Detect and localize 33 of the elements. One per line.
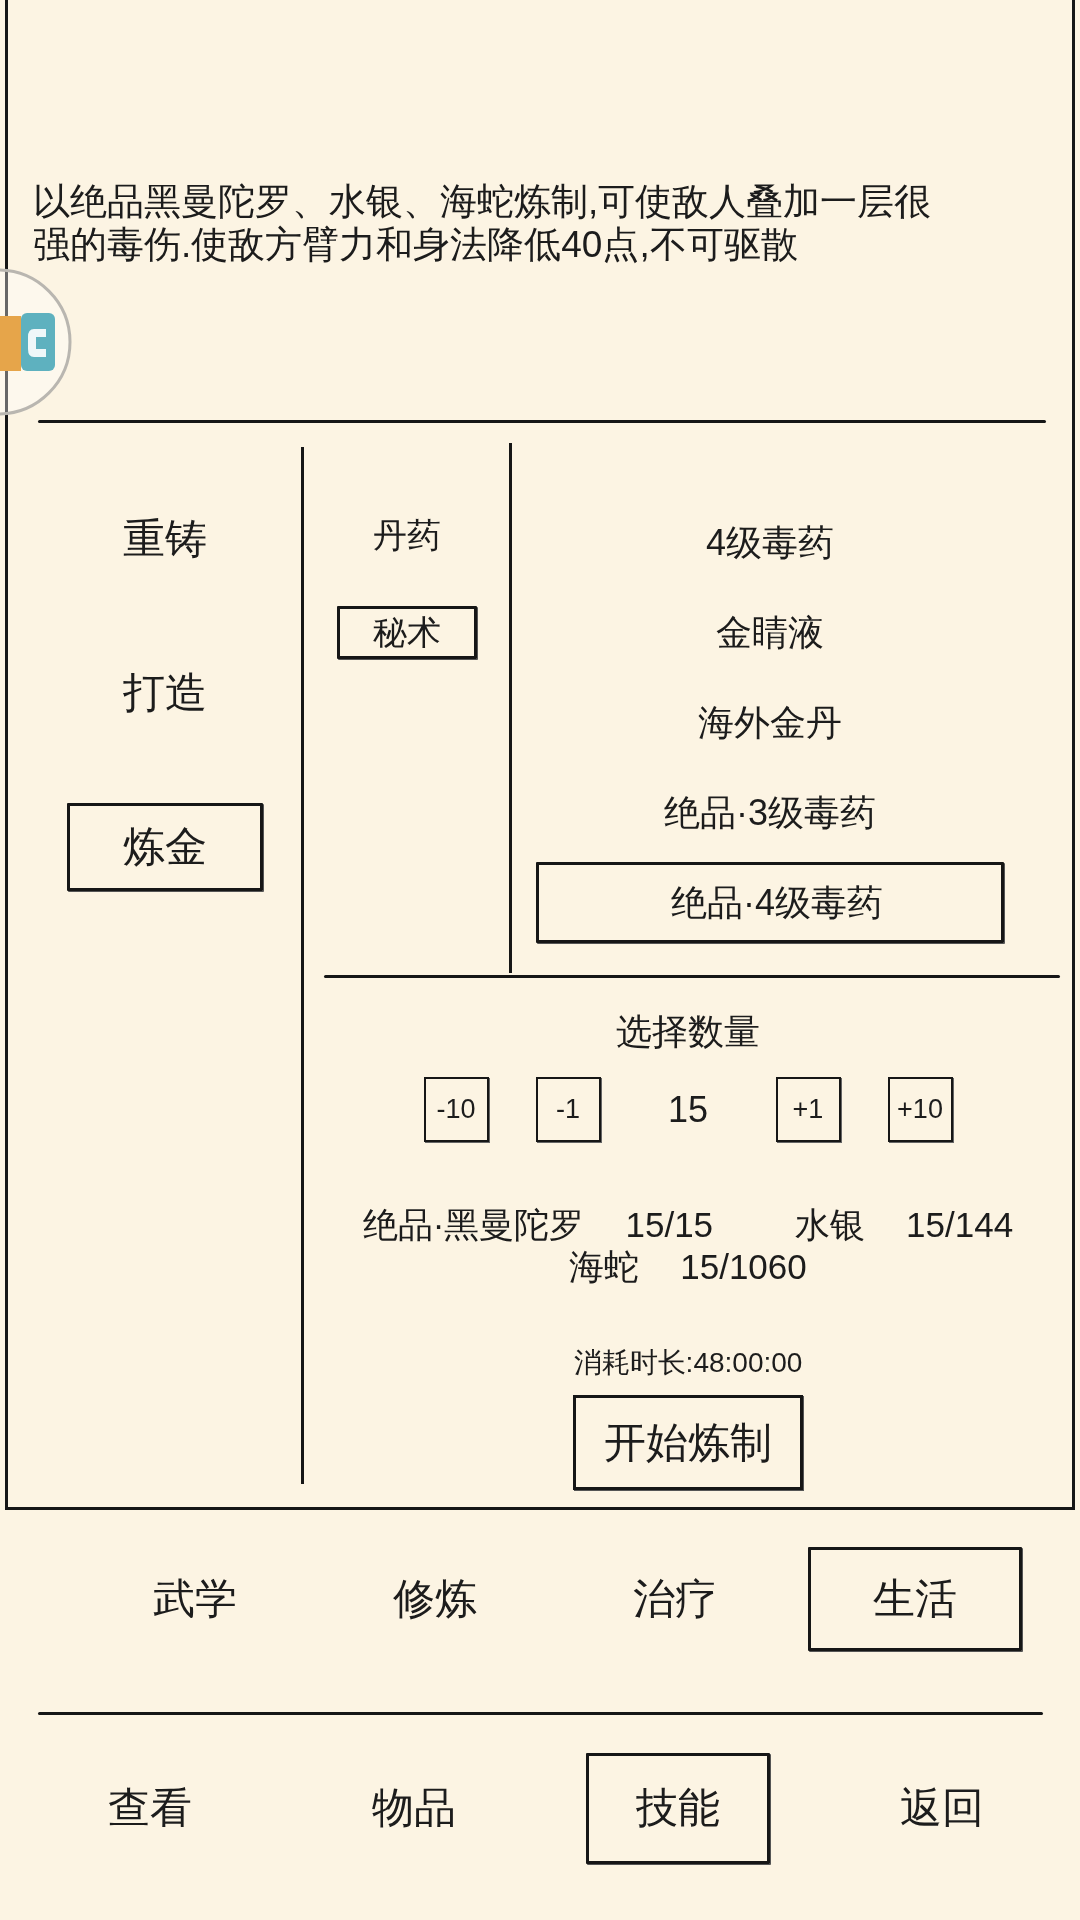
recipe-item[interactable]: 绝品·4级毒药 (536, 862, 1004, 943)
quantity-label: 选择数量 (616, 1010, 760, 1054)
nav-tab[interactable]: 物品 (372, 1783, 456, 1834)
description-text: 以绝品黑曼陀罗、水银、海蛇炼制,可使敌人叠加一层很强的毒伤.使敌方臂力和身法降低40点,不可驱散 (33, 180, 933, 266)
nav-tab[interactable]: 技能 (586, 1753, 770, 1864)
material-count: 15/1060 (680, 1246, 807, 1288)
stepper-button[interactable]: -1 (535, 1077, 601, 1142)
craft-type-tab[interactable]: 炼金 (66, 803, 263, 891)
category-tab[interactable]: 秘术 (336, 606, 477, 659)
recipe-item[interactable]: 海外金丹 (698, 700, 842, 745)
stepper-button[interactable]: -10 (423, 1077, 489, 1142)
material-name: 海蛇 (569, 1246, 640, 1288)
nav-tab[interactable]: 返回 (900, 1783, 984, 1834)
material-name: 绝品·黑曼陀罗 (362, 1204, 585, 1246)
skill-tab[interactable]: 治疗 (633, 1573, 717, 1625)
material-count: 15/15 (625, 1204, 714, 1246)
start-crafting-button[interactable]: 开始炼制 (573, 1395, 803, 1490)
category-tab[interactable]: 丹药 (372, 515, 441, 556)
material-count: 15/144 (906, 1204, 1014, 1246)
skill-tab[interactable]: 修炼 (393, 1573, 477, 1625)
quantity-value: 15 (666, 1087, 709, 1132)
duration-text: 消耗时长:48:00:00 (573, 1346, 803, 1380)
stepper-button[interactable]: +1 (775, 1077, 841, 1142)
recipe-item[interactable]: 金睛液 (716, 610, 824, 655)
material-name: 水银 (795, 1204, 866, 1246)
skill-tab[interactable]: 武学 (153, 1573, 237, 1625)
recipe-item[interactable]: 绝品·3级毒药 (664, 790, 876, 835)
skill-tab[interactable]: 生活 (808, 1547, 1022, 1651)
recipe-item[interactable]: 4级毒药 (706, 520, 834, 565)
stepper-button[interactable]: +10 (887, 1077, 953, 1142)
nav-tab[interactable]: 查看 (108, 1783, 192, 1834)
craft-type-tab[interactable]: 打造 (122, 667, 207, 719)
craft-type-tab[interactable]: 重铸 (122, 513, 207, 565)
